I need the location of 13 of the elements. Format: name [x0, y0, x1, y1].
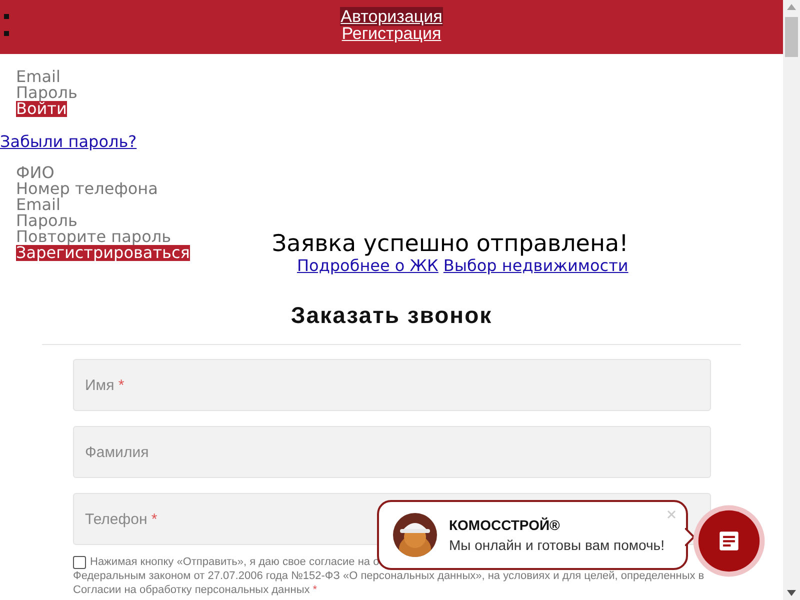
- form-title: Заказать звонок: [290, 302, 492, 328]
- consent-text: Федеральным законом от 27.07.2006 года №152-ФЗ «О персональных данных», на условиях и для целей, определенных в: [73, 569, 704, 583]
- field-label: Пароль: [16, 213, 78, 229]
- field-label: Email: [16, 197, 60, 213]
- field-label: Номер телефона: [16, 181, 158, 197]
- chat-message: Мы онлайн и готовы вам помочь!: [449, 537, 664, 553]
- field-label: ФИО: [16, 165, 54, 181]
- field-label: Повторите пароль: [16, 229, 172, 245]
- field-label: Email: [16, 69, 60, 85]
- field-label: Пароль: [16, 85, 78, 101]
- consent-text: Согласии на обработку персональных данных *: [73, 583, 318, 597]
- success-message: Заявка успешно отправлена!: [272, 231, 628, 257]
- chat-title: КОМОССТРОЙ®: [449, 517, 561, 533]
